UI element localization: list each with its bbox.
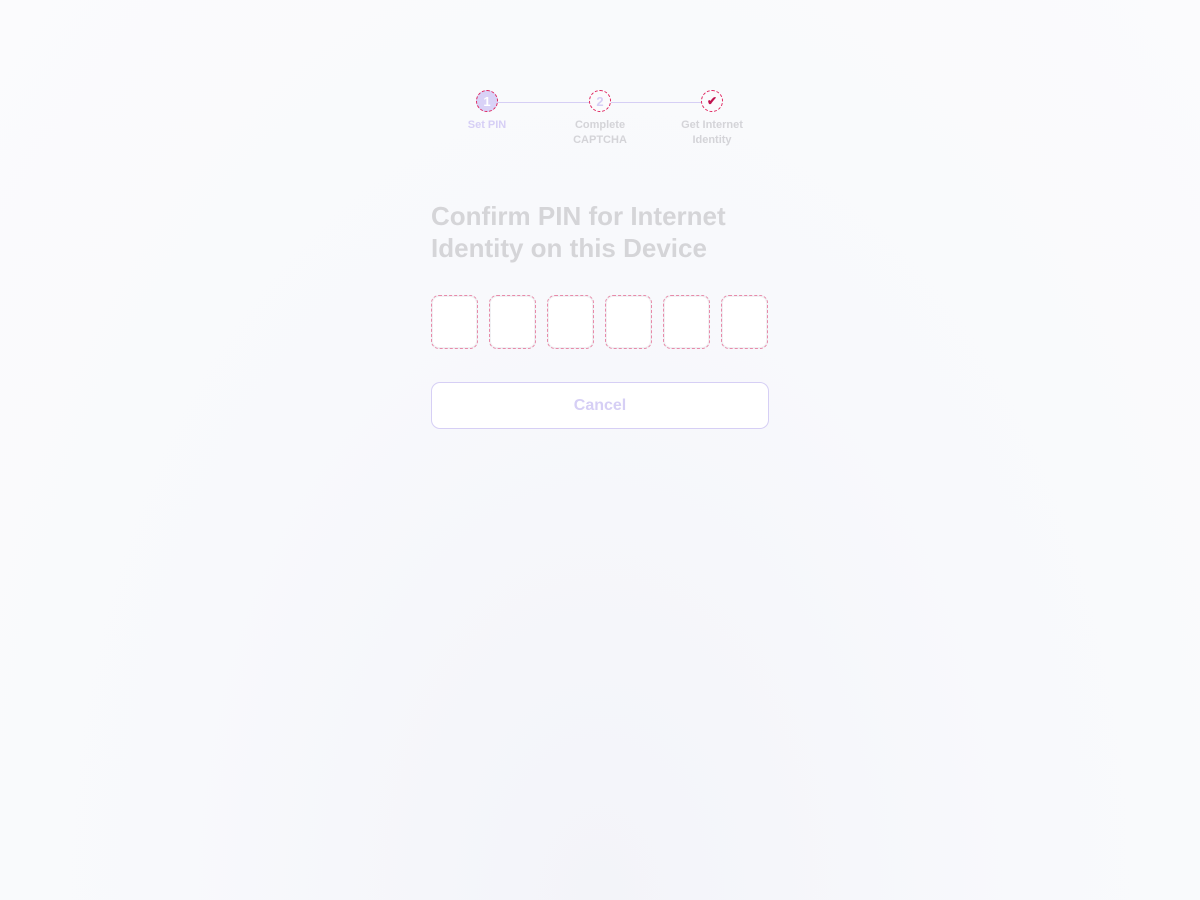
check-icon: ✔ [701, 90, 723, 112]
progress-stepper: 1 Set PIN 2 Complete CAPTCHA ✔ Get Inter… [430, 90, 770, 160]
step-label: Set PIN [467, 119, 507, 131]
step-get-internet-identity: ✔ Get Internet Identity [662, 90, 762, 148]
pin-input-group [431, 295, 768, 349]
pin-digit-1[interactable] [431, 295, 478, 349]
pin-digit-5[interactable] [663, 295, 710, 349]
step-number: 2 [589, 90, 611, 112]
step-number: 1 [476, 90, 498, 112]
pin-digit-4[interactable] [605, 295, 652, 349]
step-label: Get Internet Identity [681, 119, 743, 146]
pin-digit-3[interactable] [547, 295, 594, 349]
step-set-pin: 1 Set PIN [437, 90, 537, 133]
pin-digit-2[interactable] [489, 295, 536, 349]
page-title: Confirm PIN for Internet Identity on thi… [431, 201, 726, 263]
step-complete-captcha: 2 Complete CAPTCHA [550, 90, 650, 148]
cancel-button[interactable]: Cancel [431, 382, 769, 429]
step-label: Complete CAPTCHA [573, 119, 627, 146]
pin-digit-6[interactable] [721, 295, 768, 349]
